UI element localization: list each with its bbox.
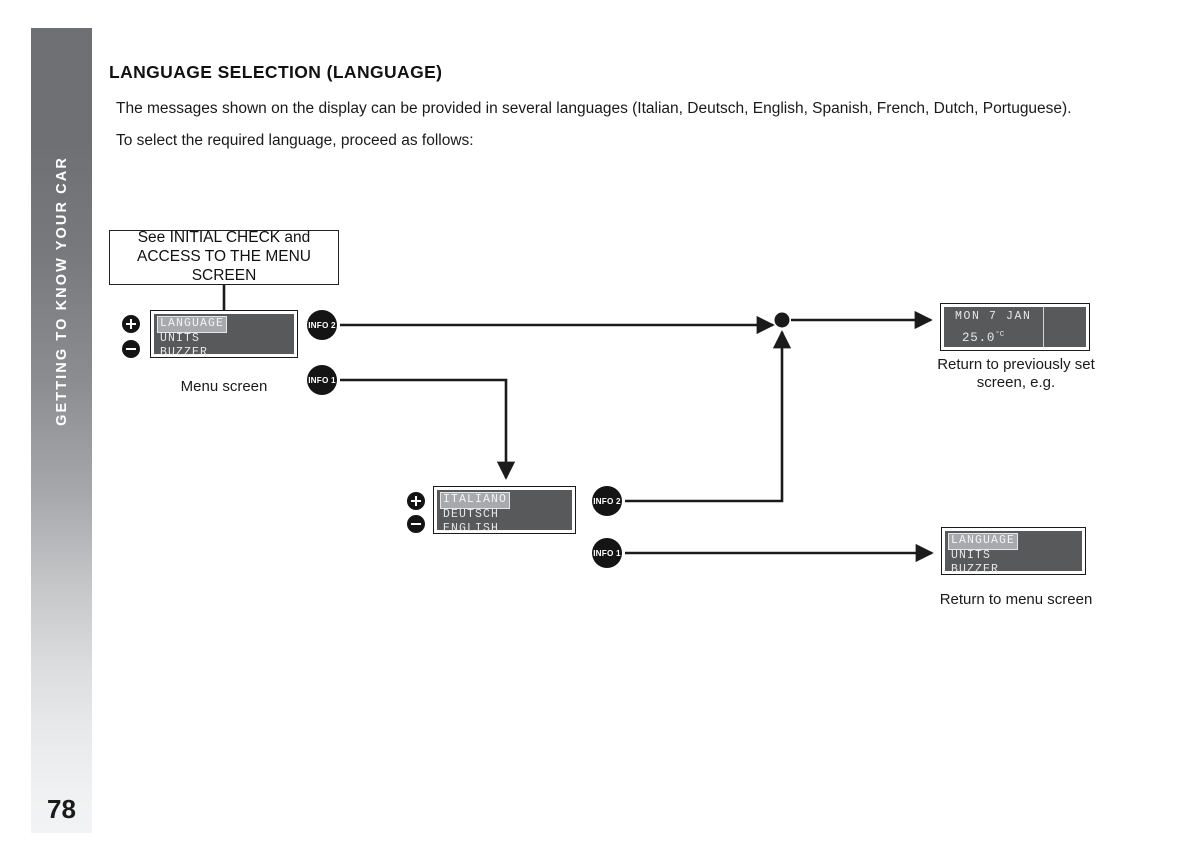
menu-screen-display-return: LANGUAGE UNITS BUZZER (941, 527, 1086, 576)
display-date-text: MON 7 JAN (955, 310, 1032, 323)
menu-item-units-return[interactable]: UNITS (949, 549, 993, 564)
display-screen-area: LANGUAGE UNITS BUZZER (154, 314, 294, 359)
language-list-display: ITALIANO DEUTSCH ENGLISH (433, 486, 576, 535)
menu-screen-display: LANGUAGE UNITS BUZZER (150, 310, 298, 359)
menu-item-language[interactable]: LANGUAGE (156, 316, 228, 333)
display-divider (1043, 307, 1045, 347)
display-screen-area: MON 7 JAN 25.0°C (944, 307, 1086, 347)
plus-button-language[interactable] (407, 492, 425, 510)
caption-menu-screen: Menu screen (180, 378, 268, 395)
language-item-italiano[interactable]: ITALIANO (439, 492, 511, 509)
temperature-unit: °C (995, 331, 1005, 339)
display-temperature-text: 25.0°C (962, 331, 1004, 345)
caption-return-previous-screen: Return to previously set screen, e.g. (937, 356, 1095, 391)
display-screen-area: LANGUAGE UNITS BUZZER (945, 531, 1082, 576)
minus-icon (411, 522, 421, 526)
minus-icon (126, 347, 136, 351)
menu-item-language-return[interactable]: LANGUAGE (947, 533, 1019, 550)
connector-info2bottom-to-junction (625, 330, 792, 503)
connector-info1top-to-languagedisplay (340, 378, 516, 480)
clock-temperature-display: MON 7 JAN 25.0°C (940, 303, 1090, 351)
language-item-list: ITALIANO DEUTSCH ENGLISH (439, 492, 511, 537)
temperature-value: 25.0 (962, 331, 996, 346)
menu-item-list: LANGUAGE UNITS BUZZER (156, 316, 228, 361)
language-item-deutsch[interactable]: DEUTSCH (441, 508, 501, 523)
menu-item-buzzer[interactable]: BUZZER (158, 346, 210, 361)
caption-return-menu-screen: Return to menu screen (939, 591, 1093, 608)
junction-dot (774, 312, 790, 328)
menu-item-units[interactable]: UNITS (158, 332, 202, 347)
language-item-english[interactable]: ENGLISH (441, 522, 501, 537)
minus-button-language[interactable] (407, 515, 425, 533)
flowchart-connectors (222, 285, 934, 563)
menu-item-buzzer-return[interactable]: BUZZER (949, 563, 1001, 578)
plus-button-menu[interactable] (122, 315, 140, 333)
info2-button-bottom[interactable]: INFO 2 (592, 486, 622, 516)
plus-icon-vertical (414, 496, 418, 506)
menu-item-list-return: LANGUAGE UNITS BUZZER (947, 533, 1019, 578)
initial-check-note-box: See INITIAL CHECK and ACCESS TO THE MENU… (109, 229, 339, 285)
info1-button-top[interactable]: INFO 1 (307, 365, 337, 395)
plus-icon-vertical (129, 319, 133, 329)
minus-button-menu[interactable] (122, 340, 140, 358)
display-screen-area: ITALIANO DEUTSCH ENGLISH (437, 490, 572, 535)
info2-button-top[interactable]: INFO 2 (307, 310, 337, 340)
info1-button-bottom[interactable]: INFO 1 (592, 538, 622, 568)
